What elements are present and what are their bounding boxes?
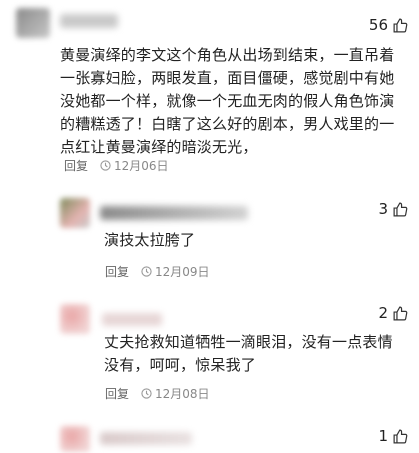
comment-date: 12月09日	[141, 263, 210, 280]
comment-text: 演技太拉胯了	[104, 231, 196, 249]
username[interactable]	[60, 14, 118, 28]
like-button[interactable]: 2	[378, 304, 409, 322]
avatar[interactable]	[60, 426, 90, 452]
like-count: 56	[368, 16, 388, 34]
like-button[interactable]: 1	[378, 427, 409, 445]
comment-date: 12月06日	[100, 157, 169, 174]
reply-button[interactable]: 回复	[105, 385, 129, 402]
avatar[interactable]	[16, 8, 50, 38]
like-button[interactable]: 56	[369, 16, 409, 34]
thumbs-up-icon	[393, 18, 408, 32]
like-count: 1	[378, 427, 388, 445]
like-count: 2	[378, 304, 388, 322]
date-text: 12月09日	[155, 265, 210, 279]
comment-date: 12月08日	[141, 385, 210, 402]
thumbs-up-icon	[393, 202, 408, 216]
reply-button[interactable]: 回复	[64, 157, 88, 174]
comment-text: 黄曼演绎的李文这个角色从出场到结束，一直吊着一张寡妇脸，两眼发直，面目僵硬，感觉…	[60, 46, 395, 156]
like-count: 3	[378, 200, 388, 218]
avatar[interactable]	[60, 198, 90, 228]
like-button[interactable]: 3	[378, 200, 409, 218]
clock-icon	[141, 388, 152, 399]
username[interactable]	[100, 432, 192, 445]
clock-icon	[141, 266, 152, 277]
thumbs-up-icon	[393, 429, 408, 443]
avatar[interactable]	[60, 304, 90, 334]
username[interactable]	[100, 206, 248, 220]
clock-icon	[100, 160, 111, 171]
reply-button[interactable]: 回复	[105, 263, 129, 280]
username[interactable]	[102, 313, 162, 326]
date-text: 12月08日	[155, 387, 210, 401]
comment-text: 丈夫抢救知道牺牲一滴眼泪，没有一点表情没有，呵呵，惊呆我了	[104, 333, 393, 374]
date-text: 12月06日	[114, 159, 169, 173]
thumbs-up-icon	[393, 306, 408, 320]
